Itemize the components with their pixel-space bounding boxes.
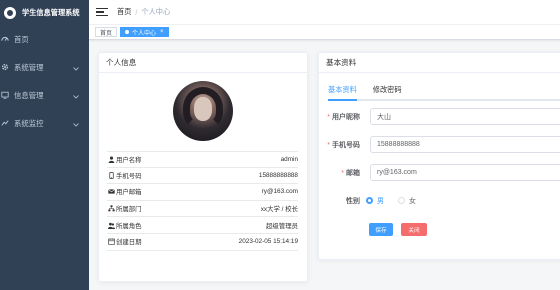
form-tabs: 基本资料 修改密码 xyxy=(328,83,560,101)
info-row-email: 用户邮箱 ry@163.com xyxy=(107,184,298,201)
tree-icon xyxy=(107,205,115,212)
info-label: 所属部门 xyxy=(116,206,142,214)
gear-icon xyxy=(0,63,10,71)
chevron-down-icon xyxy=(73,120,79,129)
phone-label: * 手机号码 xyxy=(327,141,360,149)
sidebar-logo[interactable]: 学生信息管理系统 xyxy=(0,0,89,25)
radio-unchecked-icon xyxy=(398,197,405,204)
sidebar-item-label: 信息管理 xyxy=(14,90,44,100)
sidebar-item-label: 系统监控 xyxy=(14,118,44,128)
radio-female[interactable]: 女 xyxy=(398,196,416,206)
logo-icon xyxy=(4,6,16,19)
profile-card-title: 个人信息 xyxy=(99,53,307,73)
basic-info-card: 基本资料 基本资料 修改密码 * 用户昵称 大山 * 手机号码 1588888888… xyxy=(318,52,560,260)
tag-home[interactable]: 首页 xyxy=(95,27,118,37)
sidebar: 学生信息管理系统 首页 系统管理 信息管理 系统监控 xyxy=(0,0,89,290)
info-label: 用户名称 xyxy=(116,156,142,164)
form-row-phone: * 手机号码 15888888888 xyxy=(319,136,560,153)
tag-profile[interactable]: 个人中心 × xyxy=(120,27,169,37)
breadcrumb-home[interactable]: 首页 xyxy=(117,7,131,17)
info-row-username: 用户名称 admin xyxy=(107,151,298,168)
chart-icon xyxy=(0,119,10,127)
nickname-input[interactable]: 大山 xyxy=(370,108,560,125)
radio-checked-icon xyxy=(366,197,373,204)
save-button[interactable]: 保存 xyxy=(369,223,393,236)
phone-icon xyxy=(107,171,115,179)
active-dot-icon xyxy=(125,30,130,34)
tags-view: 首页 个人中心 × xyxy=(89,25,560,40)
sidebar-item-label: 首页 xyxy=(14,34,29,44)
nickname-label: * 用户昵称 xyxy=(327,113,360,121)
form-row-nickname: * 用户昵称 大山 xyxy=(319,108,560,125)
info-row-date: 创建日期 2023-02-05 15:14:19 xyxy=(107,234,298,251)
radio-label: 男 xyxy=(377,197,384,205)
breadcrumb: 首页 / 个人中心 xyxy=(117,7,170,17)
sidebar-item-home[interactable]: 首页 xyxy=(0,25,89,53)
hamburger-icon[interactable] xyxy=(96,8,108,16)
email-icon xyxy=(107,188,115,195)
app-title: 学生信息管理系统 xyxy=(22,7,80,17)
dashboard-icon xyxy=(0,35,10,43)
radio-label: 女 xyxy=(409,197,416,205)
close-button[interactable]: 关闭 xyxy=(401,223,427,236)
sex-label: 性别 xyxy=(346,197,360,205)
date-icon xyxy=(107,238,115,245)
info-value: 超级管理员 xyxy=(266,222,298,230)
email-label: * 邮箱 xyxy=(341,169,360,177)
sidebar-item-info[interactable]: 信息管理 xyxy=(0,81,89,109)
chevron-down-icon xyxy=(73,92,79,101)
form-row-email: * 邮箱 ry@163.com xyxy=(319,164,560,181)
sidebar-item-label: 系统管理 xyxy=(14,62,44,72)
close-icon[interactable]: × xyxy=(160,29,164,35)
profile-info-list: 用户名称 admin 手机号码 15888888888 用户邮箱 ry@163.… xyxy=(107,151,298,251)
basic-card-title: 基本资料 xyxy=(319,53,560,73)
sidebar-item-system[interactable]: 系统管理 xyxy=(0,53,89,81)
radio-male[interactable]: 男 xyxy=(366,196,384,206)
info-row-role: 所属角色 超级管理员 xyxy=(107,217,298,234)
info-row-phone: 手机号码 15888888888 xyxy=(107,168,298,185)
info-label: 所属角色 xyxy=(116,222,142,230)
sidebar-item-monitor[interactable]: 系统监控 xyxy=(0,109,89,137)
tab-change-password[interactable]: 修改密码 xyxy=(373,83,418,99)
monitor-icon xyxy=(0,91,10,99)
info-label: 手机号码 xyxy=(116,172,142,180)
info-label: 用户邮箱 xyxy=(116,189,142,197)
breadcrumb-current: 个人中心 xyxy=(141,7,171,16)
info-value: xx大学 / 校长 xyxy=(260,206,298,214)
breadcrumb-separator: / xyxy=(135,7,138,17)
phone-input[interactable]: 15888888888 xyxy=(370,136,560,153)
people-icon xyxy=(107,222,115,229)
profile-card: 个人信息 用户名称 admin 手机号码 15888888888 用户邮箱 ry… xyxy=(98,52,308,282)
info-value: 15888888888 xyxy=(258,171,298,179)
info-label: 创建日期 xyxy=(116,239,142,247)
email-input[interactable]: ry@163.com xyxy=(370,164,560,181)
navbar: 首页 / 个人中心 xyxy=(89,0,560,25)
tab-basic-info[interactable]: 基本资料 xyxy=(328,83,373,101)
user-icon xyxy=(107,156,115,163)
info-row-dept: 所属部门 xx大学 / 校长 xyxy=(107,201,298,218)
info-value: admin xyxy=(280,155,298,163)
chevron-down-icon xyxy=(73,64,79,73)
tag-label: 首页 xyxy=(100,30,113,37)
form-row-sex: 性别 男 女 xyxy=(319,192,560,209)
tag-label: 个人中心 xyxy=(132,30,157,37)
info-value: ry@163.com xyxy=(261,188,298,196)
avatar[interactable] xyxy=(173,81,233,141)
info-value: 2023-02-05 15:14:19 xyxy=(238,238,298,246)
